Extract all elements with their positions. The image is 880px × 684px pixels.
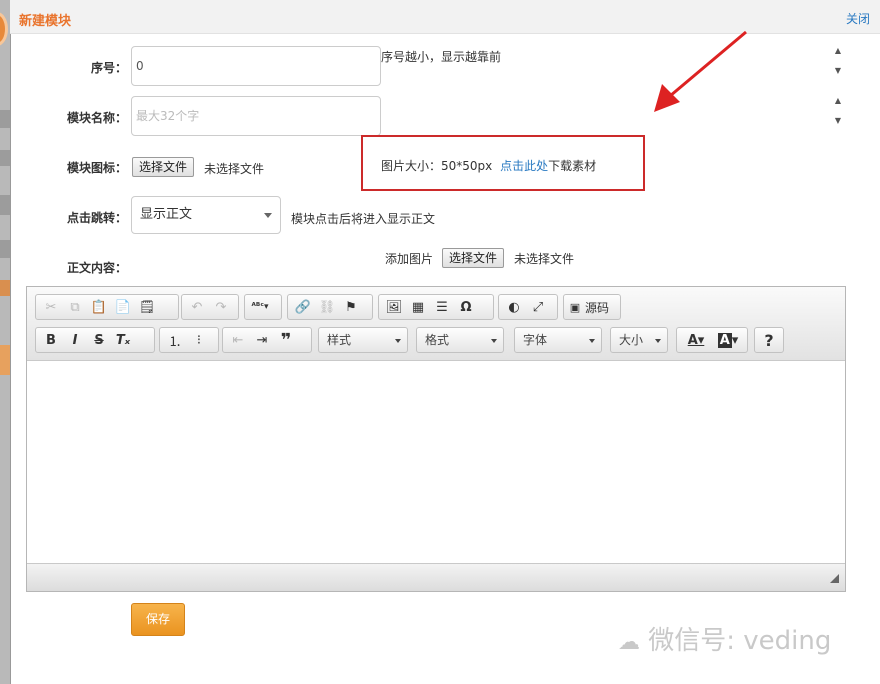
maximize-icon[interactable]: ⤢ <box>526 296 550 318</box>
list-group: ⒈ ⁝ <box>159 327 219 353</box>
horizontal-rule-icon[interactable]: ☰ <box>430 296 454 318</box>
chevron-down-icon <box>589 339 595 343</box>
numbered-list-icon[interactable]: ⒈ <box>163 329 187 351</box>
order-scrollbar[interactable]: ▲ ▼ <box>832 46 844 86</box>
spellcheck-icon[interactable]: ᴬᴮᶜ▾ <box>248 296 272 318</box>
insert-group: 🖼 ▦ ☰ Ω <box>378 294 494 320</box>
preview-icon[interactable]: ◐ <box>502 296 526 318</box>
redirect-label: 点击跳转： <box>66 211 127 225</box>
icon-label: 模块图标： <box>66 161 127 175</box>
chevron-down-icon <box>655 339 661 343</box>
watermark: ☁ 微信号: veding <box>618 620 831 657</box>
format-combo-label: 格式 <box>425 333 450 347</box>
redirect-hint: 模块点击后将进入显示正文 <box>291 212 436 226</box>
text-color-icon[interactable]: A▾ <box>680 329 712 351</box>
resize-handle-icon[interactable] <box>830 574 839 583</box>
content-file-button[interactable]: 选择文件 <box>442 248 505 268</box>
add-image-label: 添加图片 <box>385 252 434 266</box>
indent-icon[interactable]: ⇥ <box>250 329 274 351</box>
outdent-icon[interactable]: ⇤ <box>226 329 250 351</box>
editor-content-area[interactable] <box>27 362 845 563</box>
help-icon[interactable]: ? <box>758 329 780 351</box>
paste-text-icon[interactable]: 📄 <box>111 296 135 318</box>
chevron-down-icon <box>395 339 401 343</box>
size-combo[interactable]: 大小 <box>610 327 668 353</box>
undo-group: ↶ ↷ <box>181 294 239 320</box>
remove-format-icon[interactable]: Tₓ <box>111 329 135 351</box>
content-label: 正文内容： <box>66 261 127 275</box>
paste-icon[interactable]: 📋 <box>87 296 111 318</box>
italic-icon[interactable]: I <box>63 329 87 351</box>
bg-color-icon[interactable]: A ▾ <box>712 329 744 351</box>
redirect-selected-value: 显示正文 <box>140 207 193 222</box>
cut-icon[interactable]: ✂ <box>39 296 63 318</box>
link-icon[interactable]: 🔗 <box>291 296 315 318</box>
help-group: ? <box>754 327 784 353</box>
watermark-text: 微信号: veding <box>648 626 832 656</box>
dialog-title: 新建模块 <box>19 14 72 29</box>
strike-icon[interactable]: S <box>87 329 111 351</box>
paste-word-icon[interactable]: 🗒 <box>135 296 159 318</box>
source-icon: ▣ <box>569 300 581 314</box>
format-combo[interactable]: 格式 <box>416 327 504 353</box>
bold-icon[interactable]: B <box>39 329 63 351</box>
redirect-select[interactable]: 显示正文 <box>131 196 281 234</box>
download-link[interactable]: 点击此处 <box>500 159 548 173</box>
bulleted-list-icon[interactable]: ⁝ <box>187 329 211 351</box>
source-group[interactable]: ▣ 源码 <box>563 294 621 320</box>
style-combo-label: 样式 <box>327 333 352 347</box>
anchor-flag-icon[interactable]: ⚑ <box>339 296 363 318</box>
name-input[interactable]: 最大32个字 <box>131 96 381 136</box>
order-input[interactable]: 0 <box>131 46 381 86</box>
size-note: 图片大小：50*50px 点击此处下载素材 <box>381 157 596 174</box>
chevron-down-icon <box>264 213 272 218</box>
source-label: 源码 <box>585 300 610 315</box>
special-char-icon[interactable]: Ω <box>454 296 478 318</box>
icon-file-button[interactable]: 选择文件 <box>132 157 195 177</box>
blockquote-icon[interactable]: ❞ <box>274 329 298 351</box>
close-button[interactable]: 关闭 <box>846 10 870 27</box>
content-file-status: 未选择文件 <box>514 252 575 266</box>
size-combo-label: 大小 <box>619 333 644 347</box>
copy-icon[interactable]: ⧉ <box>63 296 87 318</box>
size-note-suffix: 下载素材 <box>548 159 597 173</box>
table-icon[interactable]: ▦ <box>406 296 430 318</box>
wechat-icon: ☁ <box>618 630 640 655</box>
icon-file-status: 未选择文件 <box>204 162 265 176</box>
save-button[interactable]: 保存 <box>131 603 185 636</box>
name-label: 模块名称： <box>66 111 127 125</box>
name-scrollbar[interactable]: ▲ ▼ <box>832 96 844 136</box>
indent-group: ⇤ ⇥ ❞ <box>222 327 312 353</box>
order-label: 序号： <box>90 61 127 75</box>
color-group: A▾ A ▾ <box>676 327 748 353</box>
font-combo[interactable]: 字体 <box>514 327 602 353</box>
link-group: 🔗 ⛓ ⚑ <box>287 294 373 320</box>
image-icon[interactable]: 🖼 <box>382 296 406 318</box>
editor-status-bar <box>27 563 845 591</box>
spellcheck-group: ᴬᴮᶜ▾ <box>244 294 282 320</box>
chevron-down-icon <box>491 339 497 343</box>
background-page-strip <box>0 0 10 684</box>
undo-icon[interactable]: ↶ <box>185 296 209 318</box>
redo-icon[interactable]: ↷ <box>209 296 233 318</box>
order-hint: 序号越小，显示越靠前 <box>381 50 502 64</box>
font-combo-label: 字体 <box>523 333 548 347</box>
style-combo[interactable]: 样式 <box>318 327 408 353</box>
tools-group: ◐ ⤢ <box>498 294 558 320</box>
unlink-icon[interactable]: ⛓ <box>315 296 339 318</box>
basic-style-group: B I S Tₓ <box>35 327 155 353</box>
clipboard-group: ✂ ⧉ 📋 📄 🗒 <box>35 294 179 320</box>
arrow-annotation-icon <box>654 30 747 112</box>
size-note-text: 图片大小：50*50px <box>381 159 493 173</box>
